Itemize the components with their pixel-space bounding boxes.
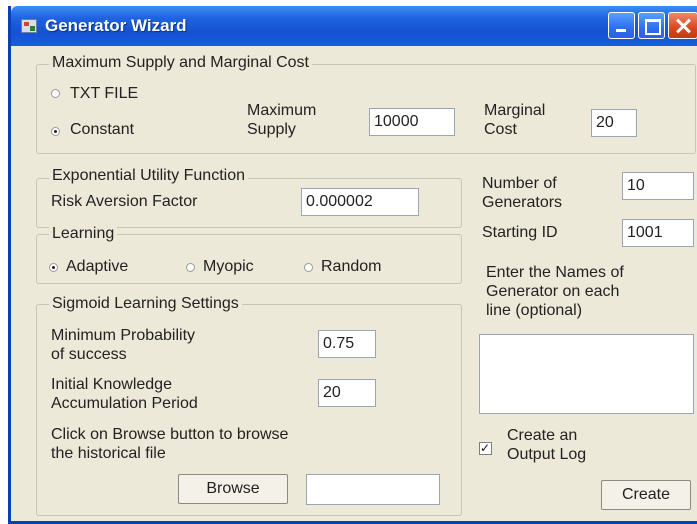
myopic-label[interactable]: Myopic xyxy=(203,257,254,276)
names-hint-line3: line (optional) xyxy=(486,302,583,319)
max-supply-label-line2: Supply xyxy=(247,121,296,138)
app-icon xyxy=(21,19,37,33)
sigmoid-group-title: Sigmoid Learning Settings xyxy=(49,294,242,313)
num-generators-field[interactable]: 10 xyxy=(622,172,694,200)
num-generators-label-line2: Generators xyxy=(482,194,563,211)
marginal-cost-label: Marginal xyxy=(484,102,546,119)
txt-file-radio[interactable] xyxy=(51,89,60,98)
check-mark-icon: ✓ xyxy=(480,441,491,455)
browse-hint: Click on Browse button to browse xyxy=(51,426,289,443)
txt-file-label[interactable]: TXT FILE xyxy=(70,84,138,103)
starting-id-field[interactable]: 1001 xyxy=(622,219,694,247)
output-log-label[interactable]: Create an xyxy=(507,426,577,445)
min-probability-label: Minimum Probability xyxy=(51,327,196,344)
min-probability-label-line2: of success xyxy=(51,346,127,363)
random-radio[interactable] xyxy=(304,263,313,272)
knowledge-period-label-line2: Accumulation Period xyxy=(51,395,198,412)
window-title: Generator Wizard xyxy=(45,16,187,35)
output-log-label-line2[interactable]: Output Log xyxy=(507,445,586,464)
risk-aversion-label: Risk Aversion Factor xyxy=(51,193,198,210)
adaptive-radio[interactable] xyxy=(49,263,58,272)
knowledge-period-field[interactable]: 20 xyxy=(318,379,376,407)
max-supply-label: Maximum xyxy=(247,102,317,119)
names-hint: Enter the Names of xyxy=(486,264,624,281)
supply-group-title: Maximum Supply and Marginal Cost xyxy=(49,53,312,72)
knowledge-period-label: Initial Knowledge xyxy=(51,376,172,393)
learning-group-title: Learning xyxy=(49,224,118,243)
myopic-radio[interactable] xyxy=(186,263,195,272)
browse-button[interactable]: Browse xyxy=(178,474,288,504)
risk-aversion-field[interactable]: 0.000002 xyxy=(301,188,419,216)
historical-file-field[interactable] xyxy=(306,474,440,505)
marginal-cost-field[interactable]: 20 xyxy=(591,109,637,137)
generator-wizard-window: Generator Wizard Maximum Supply and Marg… xyxy=(8,6,697,524)
constant-radio[interactable] xyxy=(51,127,60,136)
maximize-button[interactable] xyxy=(638,12,665,39)
close-button[interactable] xyxy=(668,12,697,39)
title-bar[interactable]: Generator Wizard xyxy=(11,6,697,46)
minimize-button[interactable] xyxy=(608,12,635,39)
min-probability-field[interactable]: 0.75 xyxy=(318,330,376,358)
utility-group-title: Exponential Utility Function xyxy=(49,166,248,185)
num-generators-label: Number of xyxy=(482,175,557,192)
output-log-checkbox[interactable]: ✓ xyxy=(479,441,492,455)
generator-names-textarea[interactable] xyxy=(479,334,694,414)
marginal-cost-label-line2: Cost xyxy=(484,121,517,138)
create-button[interactable]: Create xyxy=(601,480,691,510)
starting-id-label: Starting ID xyxy=(482,224,558,241)
constant-label[interactable]: Constant xyxy=(70,120,134,139)
names-hint-line2: Generator on each xyxy=(486,283,620,300)
random-label[interactable]: Random xyxy=(321,257,381,276)
adaptive-label[interactable]: Adaptive xyxy=(66,257,128,276)
max-supply-field[interactable]: 10000 xyxy=(369,108,455,136)
browse-hint-line2: the historical file xyxy=(51,445,166,462)
